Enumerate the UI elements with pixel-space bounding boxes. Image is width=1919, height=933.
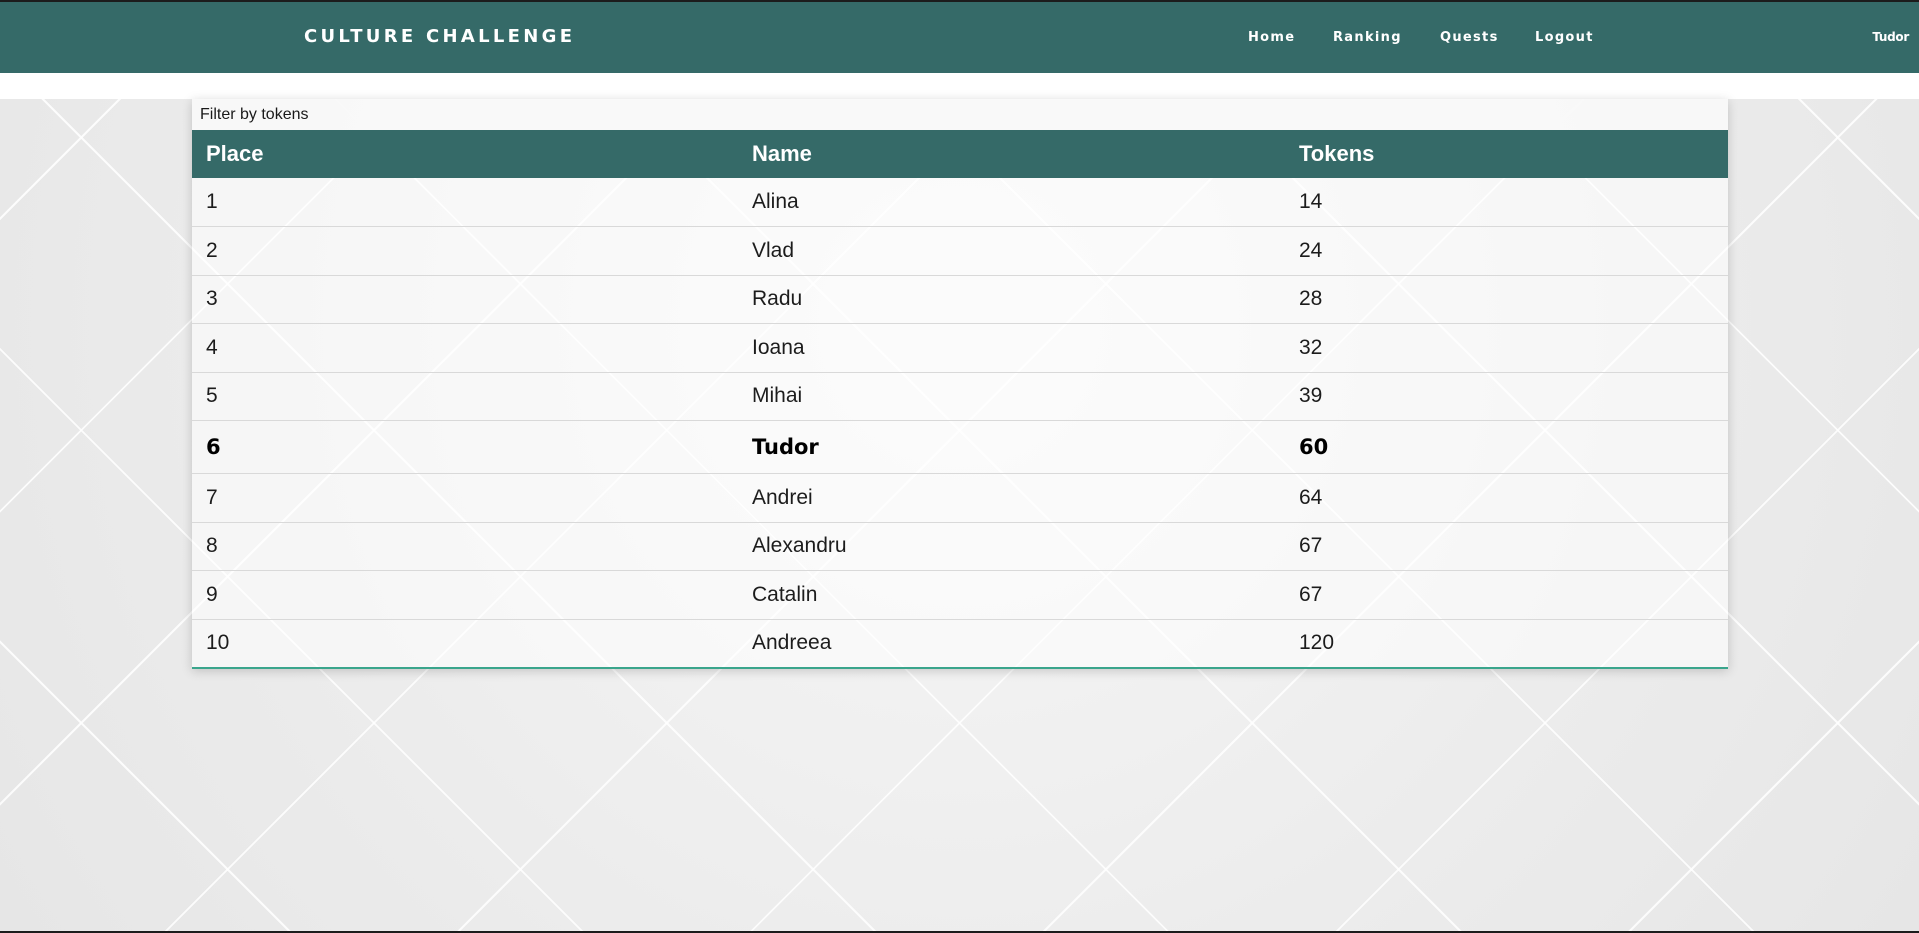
cell-tokens: 64 bbox=[1299, 485, 1323, 509]
cell-tokens: 28 bbox=[1299, 287, 1323, 311]
ranking-table: Place Name Tokens 1 Alina 14 2 Vlad 24 3… bbox=[192, 130, 1728, 669]
cell-tokens: 67 bbox=[1299, 534, 1323, 558]
cell-name: Andrei bbox=[752, 485, 813, 509]
table-row: 1 Alina 14 bbox=[192, 178, 1728, 227]
table-row: 5 Mihai 39 bbox=[192, 372, 1728, 421]
cell-tokens: 14 bbox=[1299, 190, 1323, 213]
cell-name: Andreea bbox=[752, 631, 832, 654]
cell-tokens: 67 bbox=[1299, 582, 1323, 606]
cell-place: 2 bbox=[206, 238, 218, 262]
brand-logo[interactable]: CULTURE CHALLENGE bbox=[304, 26, 575, 47]
cell-tokens: 39 bbox=[1299, 384, 1323, 408]
column-header-tokens: Tokens bbox=[1299, 141, 1375, 166]
cell-name: Mihai bbox=[752, 384, 803, 408]
cell-place: 3 bbox=[206, 287, 218, 311]
table-row: 10 Andreea 120 bbox=[192, 619, 1728, 668]
cell-name: Alina bbox=[752, 190, 799, 213]
nav-link-ranking[interactable]: Ranking bbox=[1333, 30, 1402, 45]
current-user-name: Tudor bbox=[1872, 30, 1909, 44]
table-row: 8 Alexandru 67 bbox=[192, 522, 1728, 571]
navbar: CULTURE CHALLENGE Home Ranking Quests Lo… bbox=[0, 2, 1919, 73]
cell-place: 1 bbox=[206, 190, 218, 213]
table-header-row: Place Name Tokens bbox=[192, 130, 1728, 178]
ranking-panel: Filter by tokens Place Name Tokens 1 Ali… bbox=[192, 99, 1728, 669]
cell-name: Radu bbox=[752, 287, 803, 311]
cell-name: Vlad bbox=[752, 238, 795, 262]
nav-link-home[interactable]: Home bbox=[1248, 30, 1295, 45]
column-header-name: Name bbox=[752, 141, 812, 166]
cell-name: Ioana bbox=[752, 335, 805, 359]
table-row: 4 Ioana 32 bbox=[192, 324, 1728, 372]
current-user-row: 6 Tudor 60 bbox=[192, 421, 1728, 474]
cell-name: Alexandru bbox=[752, 534, 847, 558]
cell-place: 6 bbox=[206, 435, 221, 459]
cell-place: 4 bbox=[206, 335, 218, 359]
table-row: 7 Andrei 64 bbox=[192, 474, 1728, 522]
cell-tokens: 60 bbox=[1299, 435, 1329, 459]
cell-tokens: 24 bbox=[1299, 238, 1323, 262]
header-spacer bbox=[0, 73, 1919, 99]
table-row: 9 Catalin 67 bbox=[192, 571, 1728, 619]
cell-name: Tudor bbox=[752, 435, 819, 459]
cell-place: 7 bbox=[206, 485, 218, 509]
table-row: 2 Vlad 24 bbox=[192, 227, 1728, 275]
cell-place: 5 bbox=[206, 384, 218, 408]
cell-name: Catalin bbox=[752, 582, 818, 606]
column-header-place: Place bbox=[206, 141, 264, 166]
cell-place: 8 bbox=[206, 534, 218, 558]
page: { "navbar": { "brand": "CULTURE CHALLENG… bbox=[0, 0, 1919, 933]
cell-tokens: 120 bbox=[1299, 631, 1335, 654]
nav-link-quests[interactable]: Quests bbox=[1440, 30, 1499, 45]
cell-place: 10 bbox=[206, 631, 230, 654]
cell-place: 9 bbox=[206, 582, 218, 606]
cell-tokens: 32 bbox=[1299, 335, 1323, 359]
table-row: 3 Radu 28 bbox=[192, 275, 1728, 324]
nav-link-logout[interactable]: Logout bbox=[1535, 30, 1594, 45]
filter-by-tokens-button[interactable]: Filter by tokens bbox=[192, 99, 1728, 130]
